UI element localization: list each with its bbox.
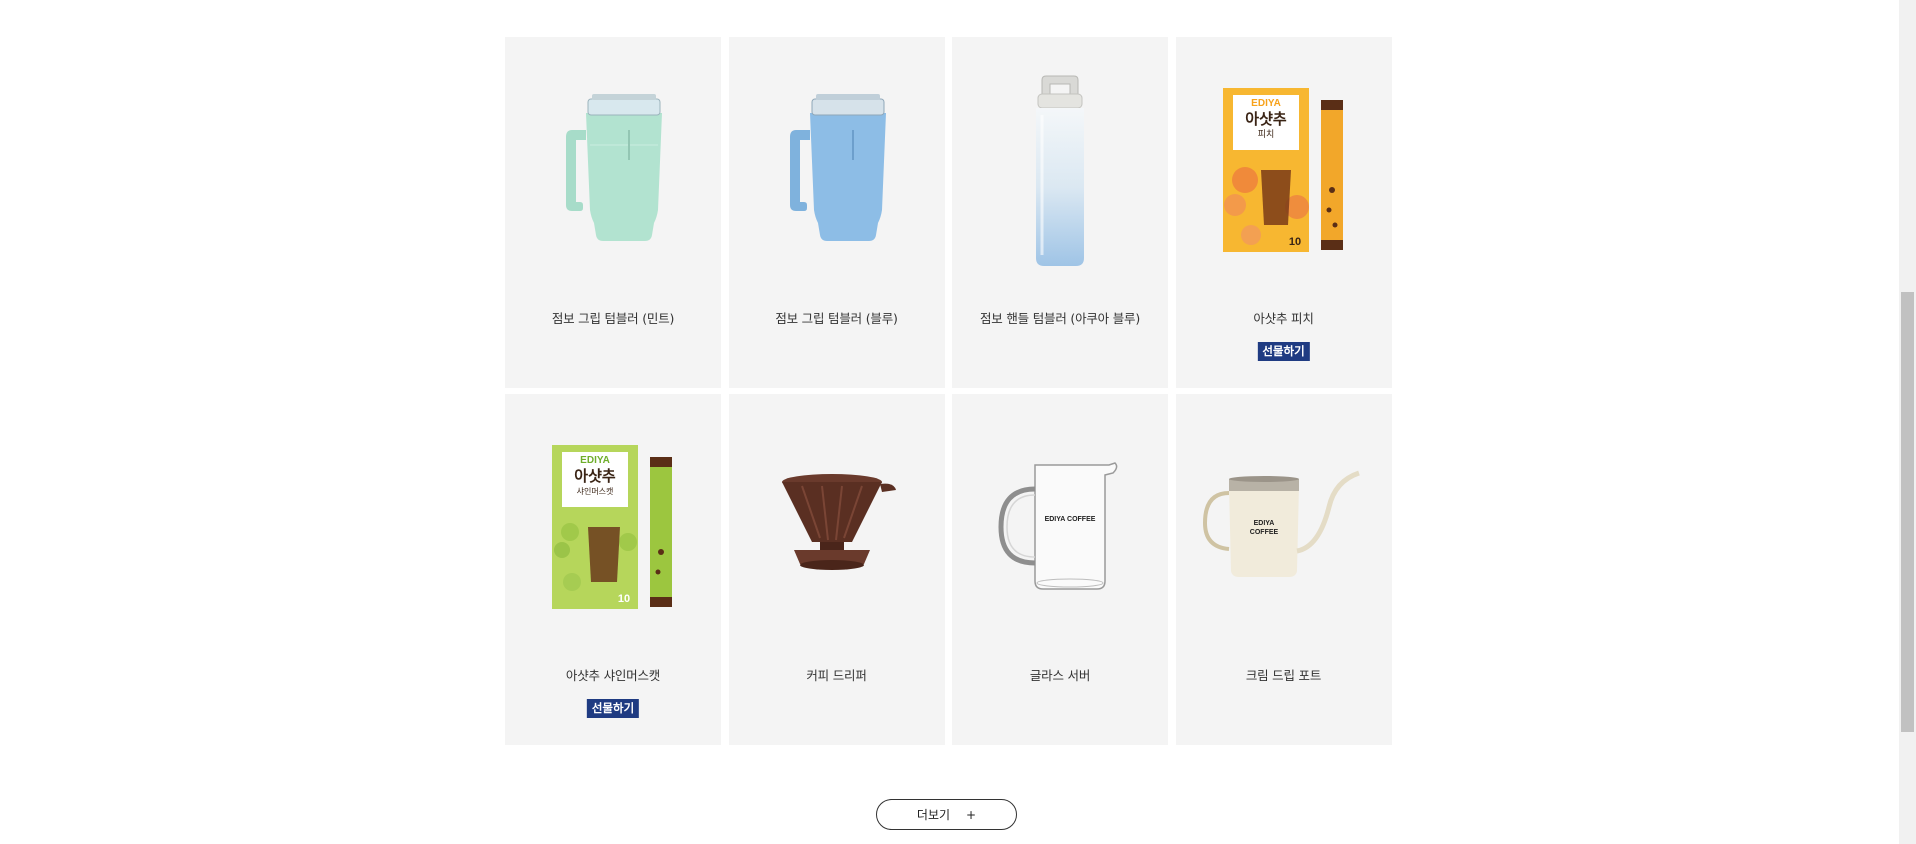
product-image[interactable]: EDIYA 아샷추 피치 10	[1176, 77, 1392, 262]
load-more-label: 더보기	[916, 808, 951, 822]
product-name[interactable]: 아샷추 샤인머스캣	[505, 665, 721, 684]
product-card[interactable]: EDIYA 아샷추 피치 10 아샷추 피치 선물하기	[1175, 37, 1392, 388]
pot-print-line-2: COFFEE	[1249, 529, 1278, 536]
box-brand-text: EDIYA	[1251, 98, 1281, 109]
cream-drip-pot-image: EDIYA COFFEE	[1202, 470, 1360, 577]
mint-grip-tumbler-image	[566, 93, 662, 241]
aqua-handle-tumbler-image	[1036, 75, 1084, 266]
glass-server-image: EDIYA COFFEE	[998, 462, 1118, 590]
product-name[interactable]: 아샷추 피치	[1176, 308, 1392, 327]
box-brand-text: EDIYA	[580, 455, 610, 466]
product-grid: 점보 그립 텀블러 (민트) 점보 그립 텀블러 (블루) 점보 핸들 텀블러 …	[505, 37, 1392, 745]
gift-button[interactable]: 선물하기	[586, 699, 640, 718]
product-image[interactable]	[505, 77, 721, 262]
plus-icon: +	[966, 807, 977, 822]
box-title-text: 아샷추	[574, 467, 616, 485]
box-count-text: 10	[1288, 236, 1300, 248]
product-image[interactable]: EDIYA COFFEE	[1176, 434, 1392, 619]
product-image[interactable]	[729, 434, 945, 619]
product-card[interactable]: EDIYA COFFEE 글라스 서버	[952, 394, 1168, 745]
product-card[interactable]: 커피 드리퍼	[728, 394, 945, 745]
product-card[interactable]: 점보 그립 텀블러 (블루)	[728, 37, 945, 388]
pot-print-line-1: EDIYA	[1253, 520, 1274, 527]
product-image[interactable]: EDIYA 아샷추 샤인머스캣 10	[505, 434, 721, 619]
product-image[interactable]	[952, 75, 1168, 266]
ashotchu-peach-box-image: EDIYA 아샷추 피치 10	[1222, 87, 1343, 252]
product-card[interactable]: EDIYA 아샷추 샤인머스캣 10 아샷추 샤인머스캣 선물하기	[505, 394, 721, 745]
box-count-text: 10	[618, 593, 630, 605]
blue-grip-tumbler-image	[789, 93, 886, 241]
coffee-dripper-image	[781, 473, 896, 570]
product-card[interactable]: 점보 핸들 텀블러 (아쿠아 블루)	[952, 37, 1168, 388]
box-flavor-text: 피치	[1257, 128, 1274, 140]
product-name[interactable]: 점보 그립 텀블러 (블루)	[729, 308, 945, 327]
product-name[interactable]: 점보 그립 텀블러 (민트)	[505, 308, 721, 327]
product-image[interactable]	[729, 77, 945, 262]
ashotchu-shinemuscat-box-image: EDIYA 아샷추 샤인머스캣 10	[552, 444, 672, 609]
load-more-button[interactable]: 더보기 +	[876, 799, 1017, 830]
scrollbar-thumb[interactable]	[1901, 292, 1914, 732]
product-name[interactable]: 커피 드리퍼	[729, 665, 945, 684]
box-title-text: 아샷추	[1245, 110, 1287, 128]
box-flavor-text: 샤인머스캣	[577, 486, 614, 496]
product-name[interactable]: 글라스 서버	[952, 665, 1168, 684]
product-card[interactable]: 점보 그립 텀블러 (민트)	[505, 37, 721, 388]
product-card[interactable]: EDIYA COFFEE 크림 드립 포트	[1175, 394, 1392, 745]
page-scrollbar[interactable]	[1899, 0, 1916, 844]
gift-button[interactable]: 선물하기	[1257, 342, 1310, 361]
product-image[interactable]: EDIYA COFFEE	[952, 434, 1168, 619]
product-name[interactable]: 점보 핸들 텀블러 (아쿠아 블루)	[952, 308, 1168, 327]
server-print-text: EDIYA COFFEE	[1045, 516, 1096, 523]
product-name[interactable]: 크림 드립 포트	[1176, 665, 1392, 684]
